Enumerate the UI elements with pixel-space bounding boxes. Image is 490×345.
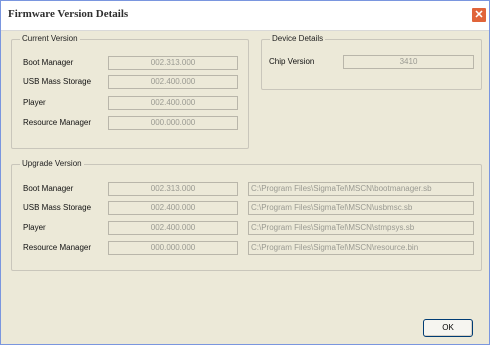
device-details-legend: Device Details xyxy=(270,34,326,43)
current-player-label: Player xyxy=(23,98,46,107)
current-player-field: 002.400.000 xyxy=(108,96,238,110)
upgrade-player-label: Player xyxy=(23,223,46,232)
current-boot-manager-label: Boot Manager xyxy=(23,58,74,67)
upgrade-player-path: C:\Program Files\SigmaTel\MSCN\stmpsys.s… xyxy=(248,221,474,235)
upgrade-resource-manager-field: 000.000.000 xyxy=(108,241,238,255)
current-version-legend: Current Version xyxy=(20,34,80,43)
upgrade-usb-mass-storage-path: C:\Program Files\SigmaTel\MSCN\usbmsc.sb xyxy=(248,201,474,215)
upgrade-player-field: 002.400.000 xyxy=(108,221,238,235)
close-icon[interactable]: ✕ xyxy=(471,7,487,23)
current-usb-mass-storage-label: USB Mass Storage xyxy=(23,77,92,86)
chip-version-field: 3410 xyxy=(343,55,474,69)
title-bar: Firmware Version Details ✕ xyxy=(1,1,489,31)
upgrade-version-legend: Upgrade Version xyxy=(20,159,84,168)
firmware-version-window: Firmware Version Details ✕ Current Versi… xyxy=(0,0,490,345)
upgrade-boot-manager-field: 002.313.000 xyxy=(108,182,238,196)
current-usb-mass-storage-field: 002.400.000 xyxy=(108,75,238,89)
current-resource-manager-label: Resource Manager xyxy=(23,118,92,127)
ok-button[interactable]: OK xyxy=(423,319,473,337)
current-resource-manager-field: 000.000.000 xyxy=(108,116,238,130)
upgrade-resource-manager-path: C:\Program Files\SigmaTel\MSCN\resource.… xyxy=(248,241,474,255)
window-title: Firmware Version Details xyxy=(8,8,129,20)
upgrade-usb-mass-storage-field: 002.400.000 xyxy=(108,201,238,215)
upgrade-usb-mass-storage-label: USB Mass Storage xyxy=(23,203,92,212)
current-boot-manager-field: 002.313.000 xyxy=(108,56,238,70)
upgrade-resource-manager-label: Resource Manager xyxy=(23,243,92,252)
upgrade-boot-manager-path: C:\Program Files\SigmaTel\MSCN\bootmanag… xyxy=(248,182,474,196)
upgrade-boot-manager-label: Boot Manager xyxy=(23,184,74,193)
chip-version-label: Chip Version xyxy=(269,57,315,66)
